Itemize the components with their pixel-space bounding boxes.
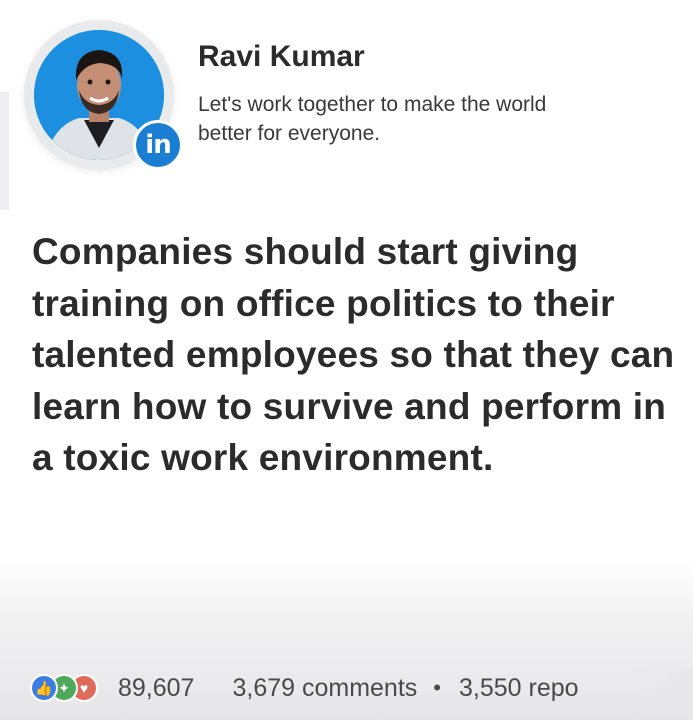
reaction-icons[interactable]: 👍 ✦ ♥ bbox=[30, 674, 98, 702]
edge-fade bbox=[633, 668, 693, 708]
author-name[interactable]: Ravi Kumar bbox=[198, 40, 365, 74]
comments-count[interactable]: 3,679 comments bbox=[232, 674, 417, 703]
linkedin-icon: in bbox=[133, 120, 183, 170]
reposts-count[interactable]: 3,550 repo bbox=[459, 674, 579, 703]
reaction-count[interactable]: 89,607 bbox=[118, 674, 194, 703]
like-icon: 👍 bbox=[30, 674, 58, 702]
separator-dot: • bbox=[433, 675, 441, 700]
author-headline: Let's work together to make the world be… bbox=[198, 93, 547, 145]
post-text: Companies should start giving training o… bbox=[32, 231, 675, 478]
left-edge-strip bbox=[0, 92, 9, 210]
engagement-bar: 👍 ✦ ♥ 89,607 3,679 comments • 3,550 repo bbox=[30, 668, 693, 708]
